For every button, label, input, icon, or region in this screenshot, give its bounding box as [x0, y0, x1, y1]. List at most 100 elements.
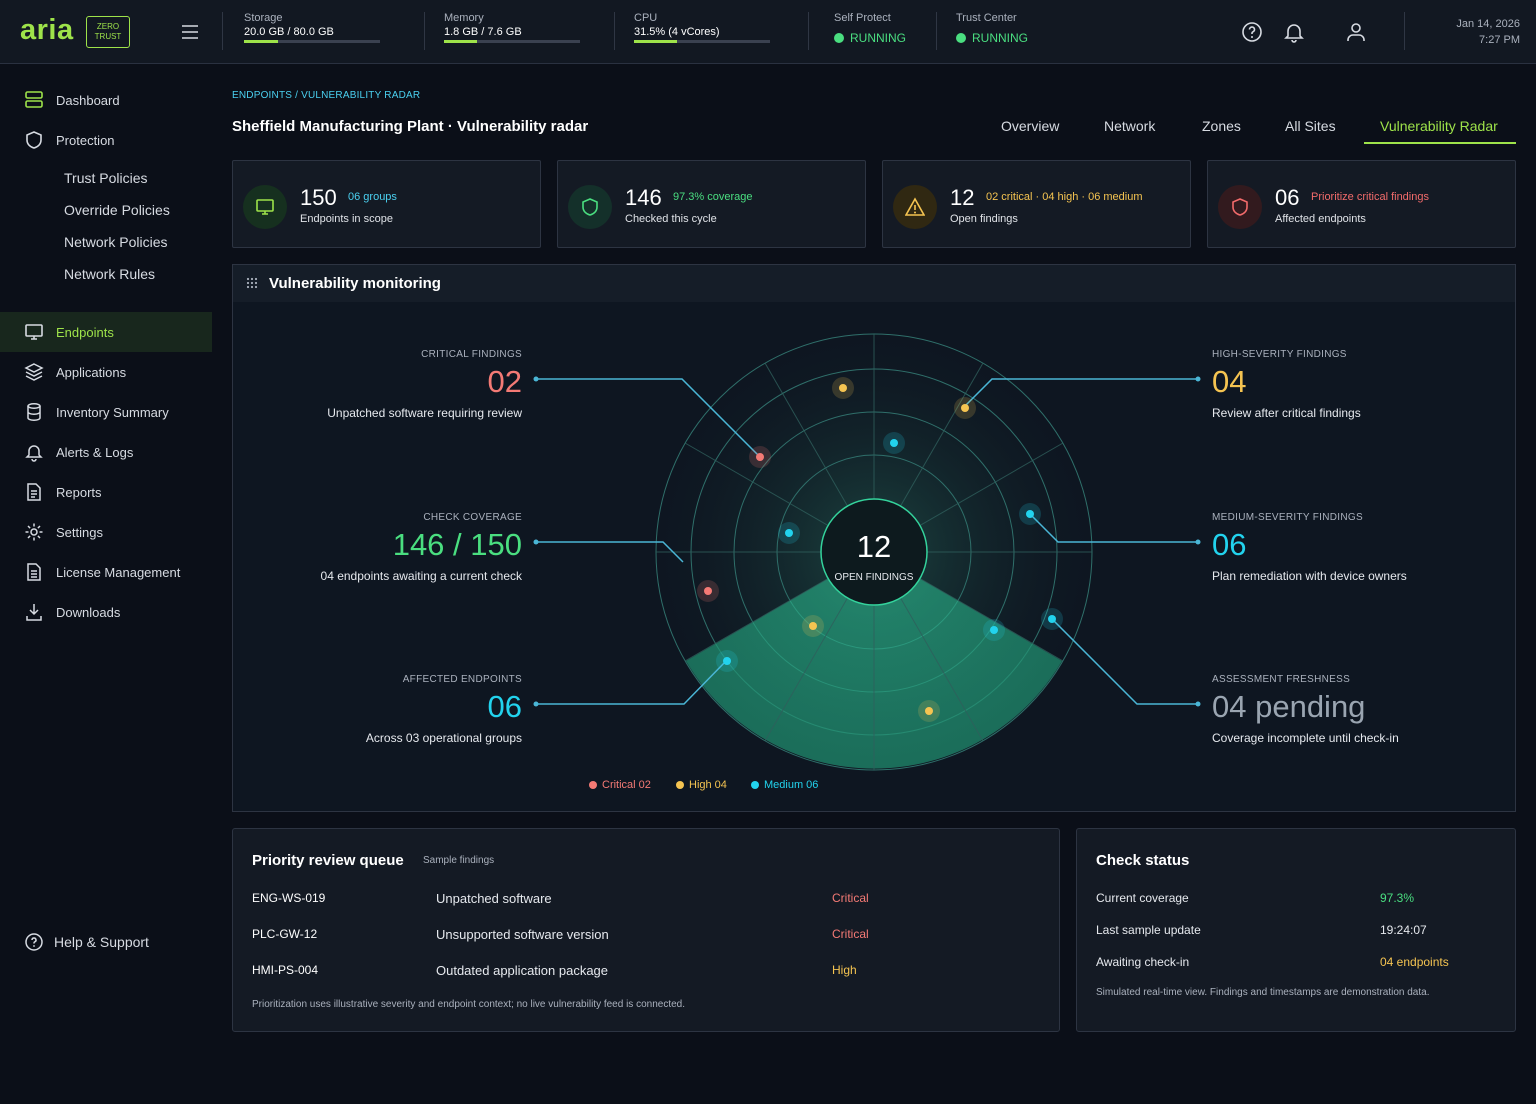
tab-overview[interactable]: Overview — [1001, 118, 1059, 134]
memory-value: 1.8 GB / 7.6 GB — [444, 26, 522, 38]
status-key: Current coverage — [1096, 891, 1189, 905]
user-icon[interactable] — [1344, 20, 1368, 44]
divider — [424, 12, 425, 50]
sidebar-item-label: Protection — [56, 132, 115, 148]
tab-all-sites[interactable]: All Sites — [1285, 118, 1336, 134]
help-support-link[interactable]: Help & Support — [0, 922, 212, 962]
metric-caption: Review after critical findings — [1212, 406, 1361, 420]
finding-dot-medium[interactable] — [883, 432, 905, 454]
finding-dot-medium[interactable] — [778, 522, 800, 544]
memory-label: Memory — [444, 12, 484, 24]
queue-row-desc: Outdated application package — [436, 963, 609, 978]
kpi-tag: Prioritize critical findings — [1311, 191, 1429, 203]
status-key: Awaiting check-in — [1096, 955, 1190, 969]
badge-line1: ZERO — [96, 22, 120, 31]
cpu-bar — [634, 40, 770, 43]
sidebar-item-endpoints[interactable]: Endpoints — [0, 312, 212, 352]
sidebar-item-settings[interactable]: Settings — [0, 512, 212, 552]
tab-zones[interactable]: Zones — [1202, 118, 1241, 134]
zero-trust-badge: ZERO TRUST — [86, 16, 130, 48]
legend-high: High 04 — [676, 779, 727, 791]
kpi-card-findings: 12 02 critical · 04 high · 06 medium Ope… — [882, 160, 1191, 248]
legend-label: Critical 02 — [602, 779, 651, 791]
sidebar-item-applications[interactable]: Applications — [0, 352, 212, 392]
check-status-panel: Check status Current coverage 97.3% Last… — [1076, 828, 1516, 1032]
legend-dot-icon — [751, 781, 759, 789]
panel-header: Vulnerability monitoring — [233, 265, 1515, 302]
metric-check-coverage: CHECK COVERAGE 146 / 150 04 endpoints aw… — [222, 512, 522, 583]
legend-critical: Critical 02 — [589, 779, 651, 791]
self-protect-value: RUNNING — [850, 31, 906, 45]
status-value: 19:24:07 — [1380, 923, 1427, 937]
storage-label: Storage — [244, 12, 283, 24]
sidebar-item-alerts-logs[interactable]: Alerts & Logs — [0, 432, 212, 472]
kpi-value: 06 — [1275, 185, 1300, 210]
finding-dot-critical[interactable] — [697, 580, 719, 602]
radar-center-value: 12 — [857, 529, 891, 564]
shield-icon — [582, 198, 598, 216]
finding-dot-high[interactable] — [954, 397, 976, 419]
finding-dot-high[interactable] — [918, 700, 940, 722]
sidebar-item-license-management[interactable]: License Management — [0, 552, 212, 592]
help-icon — [25, 933, 43, 951]
sidebar-subitem-network-policies[interactable]: Network Policies — [64, 234, 167, 250]
queue-row-severity: High — [832, 963, 857, 977]
queue-row-id: PLC-GW-12 — [252, 927, 318, 941]
metric-caption: Across 03 operational groups — [365, 731, 522, 745]
sidebar-item-label: Alerts & Logs — [56, 444, 134, 460]
trust-center-value: RUNNING — [972, 31, 1028, 45]
running-dot-icon — [834, 33, 844, 43]
finding-dot-high[interactable] — [802, 615, 824, 637]
tab-network[interactable]: Network — [1104, 118, 1155, 134]
status-key: Last sample update — [1096, 923, 1201, 937]
sidebar-item-downloads[interactable]: Downloads — [0, 592, 212, 632]
queue-row-id: ENG-WS-019 — [252, 891, 326, 905]
legend-dot-icon — [589, 781, 597, 789]
metric-critical-findings: CRITICAL FINDINGS 02 Unpatched software … — [222, 349, 522, 420]
metric-caption: Plan remediation with device owners — [1212, 569, 1407, 583]
sidebar-subitem-override-policies[interactable]: Override Policies — [64, 202, 170, 218]
sidebar-subitem-trust-policies[interactable]: Trust Policies — [64, 170, 148, 186]
memory-bar-fill — [444, 40, 477, 43]
metric-caption: Unpatched software requiring review — [327, 406, 522, 420]
metric-medium-severity: MEDIUM-SEVERITY FINDINGS 06 Plan remedia… — [1212, 512, 1512, 583]
queue-row-severity: Critical — [832, 891, 869, 905]
sidebar-item-label: Inventory Summary — [56, 404, 169, 420]
kpi-value: 150 — [300, 185, 337, 210]
kpi-tag: 97.3% coverage — [673, 191, 753, 203]
finding-dot-medium[interactable] — [983, 619, 1005, 641]
database-icon — [27, 403, 41, 421]
finding-dot-medium[interactable] — [1019, 503, 1041, 525]
sidebar-item-reports[interactable]: Reports — [0, 472, 212, 512]
kpi-tag: 06 groups — [348, 191, 397, 203]
running-dot-icon — [956, 33, 966, 43]
sidebar-item-inventory-summary[interactable]: Inventory Summary — [0, 392, 212, 432]
aria-logo[interactable]: aria — [20, 14, 74, 47]
sidebar-item-label: Settings — [56, 524, 103, 540]
finding-dot-critical[interactable] — [749, 446, 771, 468]
bell-icon[interactable] — [1282, 20, 1306, 44]
kpi-caption: Affected endpoints — [1275, 213, 1366, 225]
sidebar-item-dashboard[interactable]: Dashboard — [0, 80, 212, 120]
finding-dot-high[interactable] — [832, 377, 854, 399]
tab-vulnerability-radar[interactable]: Vulnerability Radar — [1380, 118, 1498, 134]
finding-dot-medium[interactable] — [716, 650, 738, 672]
storage-bar-fill — [244, 40, 278, 43]
status-value: 97.3% — [1380, 891, 1415, 905]
memory-bar — [444, 40, 580, 43]
kpi-icon-wrap — [893, 185, 937, 229]
drag-grid-icon[interactable] — [246, 277, 258, 289]
monitor-icon — [256, 199, 274, 215]
help-icon[interactable] — [1240, 20, 1264, 44]
trust-center-status: Trust Center RUNNING — [956, 12, 1028, 45]
priority-review-queue: Priority review queue Sample findings EN… — [232, 828, 1060, 1032]
sidebar-subitem-network-rules[interactable]: Network Rules — [64, 266, 155, 282]
kpi-value: 146 — [625, 185, 662, 210]
monitor-icon — [25, 324, 43, 340]
sidebar-item-protection[interactable]: Protection — [0, 120, 212, 160]
sidebar-item-label: Applications — [56, 364, 127, 380]
finding-dot-medium[interactable] — [1041, 608, 1063, 630]
divider — [222, 12, 223, 50]
hamburger-menu-icon[interactable] — [180, 22, 200, 42]
breadcrumb[interactable]: ENDPOINTS / VULNERABILITY RADAR — [232, 90, 420, 101]
